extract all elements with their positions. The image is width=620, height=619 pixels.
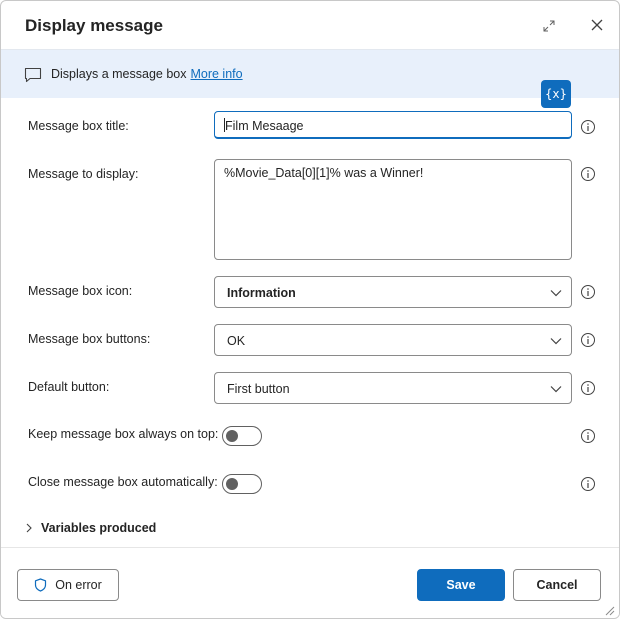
expand-button[interactable] — [538, 15, 560, 37]
title-input-value: Film Mesaage — [225, 119, 304, 133]
close-automatically-label: Close message box automatically: — [28, 475, 218, 489]
buttons-label: Message box buttons: — [28, 332, 151, 346]
save-button[interactable]: Save — [417, 569, 505, 601]
on-error-label: On error — [55, 578, 102, 592]
dialog-footer: On error Save Cancel — [1, 547, 619, 618]
message-input[interactable]: %Movie_Data[0][1]% was a Winner! — [214, 159, 572, 260]
insert-variable-button[interactable]: {x} — [541, 80, 571, 108]
title-bar: Display message — [1, 1, 619, 49]
dialog-title: Display message — [25, 16, 163, 35]
chevron-down-icon — [550, 290, 562, 297]
title-label: Message box title: — [28, 119, 129, 133]
resize-grip-icon[interactable] — [603, 604, 615, 616]
buttons-select-value: OK — [227, 334, 246, 348]
info-icon[interactable] — [580, 166, 596, 182]
display-message-dialog: Display message Displays a message box Mo… — [0, 0, 620, 619]
chevron-right-icon — [26, 523, 32, 533]
buttons-select[interactable]: OK — [214, 324, 572, 356]
close-automatically-toggle[interactable] — [222, 474, 262, 494]
always-on-top-toggle[interactable] — [222, 426, 262, 446]
chevron-down-icon — [550, 386, 562, 393]
default-button-label: Default button: — [28, 380, 110, 394]
message-icon — [24, 67, 42, 83]
always-on-top-label: Keep message box always on top: — [28, 427, 219, 441]
banner-text: Displays a message box More info — [51, 67, 243, 81]
close-icon — [591, 19, 603, 31]
variables-produced-expander[interactable]: Variables produced — [25, 521, 156, 535]
on-error-button[interactable]: On error — [17, 569, 119, 601]
info-banner: Displays a message box More info — [1, 49, 619, 98]
toggle-knob — [226, 430, 238, 442]
banner-description: Displays a message box — [51, 67, 187, 81]
cancel-button[interactable]: Cancel — [513, 569, 601, 601]
default-button-select[interactable]: First button — [214, 372, 572, 404]
info-icon[interactable] — [580, 476, 596, 492]
expand-icon — [543, 20, 555, 32]
default-button-select-value: First button — [227, 382, 290, 396]
icon-select-value: Information — [227, 286, 296, 300]
shield-icon — [35, 578, 47, 592]
chevron-down-icon — [550, 338, 562, 345]
info-icon[interactable] — [580, 332, 596, 348]
message-label: Message to display: — [28, 167, 139, 181]
info-icon[interactable] — [580, 428, 596, 444]
title-input[interactable]: Film Mesaage — [214, 111, 572, 139]
toggle-knob — [226, 478, 238, 490]
info-icon[interactable] — [580, 119, 596, 135]
icon-select[interactable]: Information — [214, 276, 572, 308]
info-icon[interactable] — [580, 380, 596, 396]
info-icon[interactable] — [580, 284, 596, 300]
variables-produced-label: Variables produced — [41, 521, 157, 535]
more-info-link[interactable]: More info — [190, 67, 242, 81]
close-button[interactable] — [585, 13, 609, 37]
icon-label: Message box icon: — [28, 284, 133, 298]
